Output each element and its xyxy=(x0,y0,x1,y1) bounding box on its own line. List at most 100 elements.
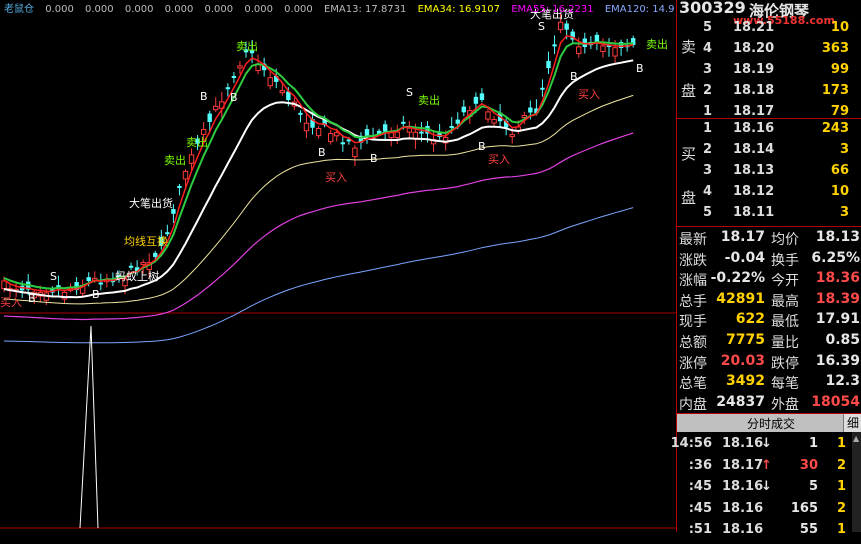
b-marker: B xyxy=(230,91,238,104)
bid-volume: 66 xyxy=(830,163,849,178)
tick-price: 18.16 xyxy=(722,522,764,537)
candle-body xyxy=(298,112,303,115)
tick-price: 18.16 xyxy=(722,436,764,451)
stat-label: 每笔 xyxy=(771,376,799,393)
tick-row: :36 18.17 ↑ 30 2 xyxy=(677,458,861,480)
detail-button[interactable]: 细 xyxy=(843,414,861,432)
tick-time: 14:56 xyxy=(670,436,712,451)
candle-body xyxy=(485,111,491,120)
sell-signal-label: 卖出 xyxy=(236,39,258,53)
kline-chart[interactable]: 卖出卖出卖出卖出卖出买入买入买入买入大笔出货大笔出货均线互换蚂蚁上树B BBBB B… xyxy=(0,0,676,532)
candle-body xyxy=(406,127,413,133)
candle-body xyxy=(564,23,569,30)
ask-level: 3 xyxy=(703,62,713,77)
buy-side-label-1: 买 xyxy=(681,145,697,163)
candle-body xyxy=(225,87,231,90)
bid-level: 2 xyxy=(703,142,713,157)
stat-label: 量比 xyxy=(771,335,799,351)
candle-body xyxy=(449,125,454,128)
b-marker: B xyxy=(92,288,100,301)
stat-label: 涨跌 xyxy=(679,252,707,269)
bid-level: 1 xyxy=(703,121,713,136)
candle-body xyxy=(382,124,388,132)
bid-level: 5 xyxy=(703,205,713,220)
ask-book: 卖 盘 5 18.21 10 4 18.20 363 3 18.19 99 2 18.18 173 1 1… xyxy=(677,18,861,119)
ask-row: 2 18.18 173 xyxy=(703,83,861,105)
tick-row: :45 18.16 165 2 xyxy=(677,501,861,523)
scroll-up-icon[interactable]: ▲ xyxy=(853,434,859,443)
ask-volume: 99 xyxy=(830,62,849,77)
kline-chart-area[interactable]: 卖出 卖出 卖出 卖出 卖出 买入 买入 买入 买入 大笔出货 大笔出货 均线互换 蚂蚁上树 B B B B B B… xyxy=(0,0,676,532)
tick-count: 2 xyxy=(836,457,846,473)
stat-label: 最高 xyxy=(771,293,799,310)
buy-signal-label: 买入 xyxy=(488,153,510,166)
ask-row: 3 18.19 99 xyxy=(703,62,861,84)
tick-direction-icon: ↑ xyxy=(761,457,772,473)
bid-row: 5 18.11 3 xyxy=(703,205,861,227)
sell-signal-label: 卖出 xyxy=(186,135,208,149)
indicator-value: 0.000 xyxy=(244,4,273,15)
b-marker: B xyxy=(318,146,326,159)
tick-row: :51 18.16 55 1 xyxy=(677,522,861,544)
indicator-value: 0.000 xyxy=(204,4,234,15)
stat-label: 内盘 xyxy=(679,396,707,413)
stat-value: -0.22% xyxy=(710,270,765,287)
stat-value: 7775 xyxy=(726,332,765,348)
ask-volume: 10 xyxy=(830,20,849,35)
stat-value: 18.36 xyxy=(815,270,860,287)
tick-volume: 5 xyxy=(808,479,818,494)
ask-price: 18.19 xyxy=(733,62,775,77)
b-marker: B xyxy=(478,140,486,153)
ticks-scrollbar[interactable]: ▲ xyxy=(852,432,861,532)
candle-body xyxy=(576,46,582,55)
stat-label: 均价 xyxy=(771,232,799,248)
stat-value: 18.17 xyxy=(720,229,765,245)
candle-body xyxy=(177,185,182,188)
stat-row: 内盘 24837 外盘 18054 xyxy=(677,394,861,415)
ema55-readout: EMA55: 16.2231 xyxy=(511,4,594,15)
bid-book: 买 盘 1 18.16 243 2 18.14 3 3 18.13 66 4 18.12 10 5 18.… xyxy=(677,119,861,227)
candle-body xyxy=(98,282,103,285)
candle-body xyxy=(200,129,207,135)
tick-price: 18.16 xyxy=(722,479,764,494)
candle-body xyxy=(267,77,273,87)
candle-body xyxy=(352,147,358,158)
candle-body xyxy=(521,114,527,118)
candle-body xyxy=(213,105,219,111)
ema120-readout: EMA120: 14.9 xyxy=(604,4,675,15)
candle-body xyxy=(612,47,618,57)
stat-row: 总笔 3492 每笔 12.3 xyxy=(677,373,861,394)
ant-climb-label: 蚂蚁上树 xyxy=(115,269,159,283)
bid-price: 18.11 xyxy=(733,205,775,220)
indicator-value: 0.000 xyxy=(124,4,154,15)
tick-count: 1 xyxy=(836,479,846,494)
buy-signal-label: 买入 xyxy=(578,88,600,101)
candle-body xyxy=(479,93,485,101)
stat-value: 16.39 xyxy=(815,352,860,369)
b-marker: B xyxy=(200,90,208,103)
candle-body xyxy=(540,87,545,90)
candle-body xyxy=(455,119,460,124)
stat-value: 18054 xyxy=(811,393,860,410)
stat-value: 18.39 xyxy=(815,290,860,307)
stock-title: 300329 海伦钢琴 www.55188.com xyxy=(677,0,861,27)
stat-label: 最新 xyxy=(679,232,707,248)
ask-row: 5 18.21 10 xyxy=(703,20,861,42)
indicator-value: 0.000 xyxy=(45,4,74,15)
candle-body xyxy=(207,113,212,122)
bid-row: 4 18.12 10 xyxy=(703,184,861,206)
stat-row: 涨停 20.03 跌停 16.39 xyxy=(677,353,861,374)
stat-label: 今开 xyxy=(771,273,799,290)
candle-body xyxy=(1,280,7,290)
tick-volume: 30 xyxy=(799,457,818,473)
ma-cross-label: 均线互换 xyxy=(124,234,168,248)
sell-side-label-1: 卖 xyxy=(681,38,697,56)
stat-label: 跌停 xyxy=(771,355,799,372)
stat-value: 0.85 xyxy=(825,332,860,348)
s-marker: S xyxy=(406,86,413,99)
tick-price: 18.16 xyxy=(722,500,764,516)
stat-value: 6.25% xyxy=(811,249,860,266)
tick-volume: 55 xyxy=(799,522,818,537)
indicator-name: 老鼠仓 xyxy=(4,4,34,15)
candle-body xyxy=(491,118,497,124)
